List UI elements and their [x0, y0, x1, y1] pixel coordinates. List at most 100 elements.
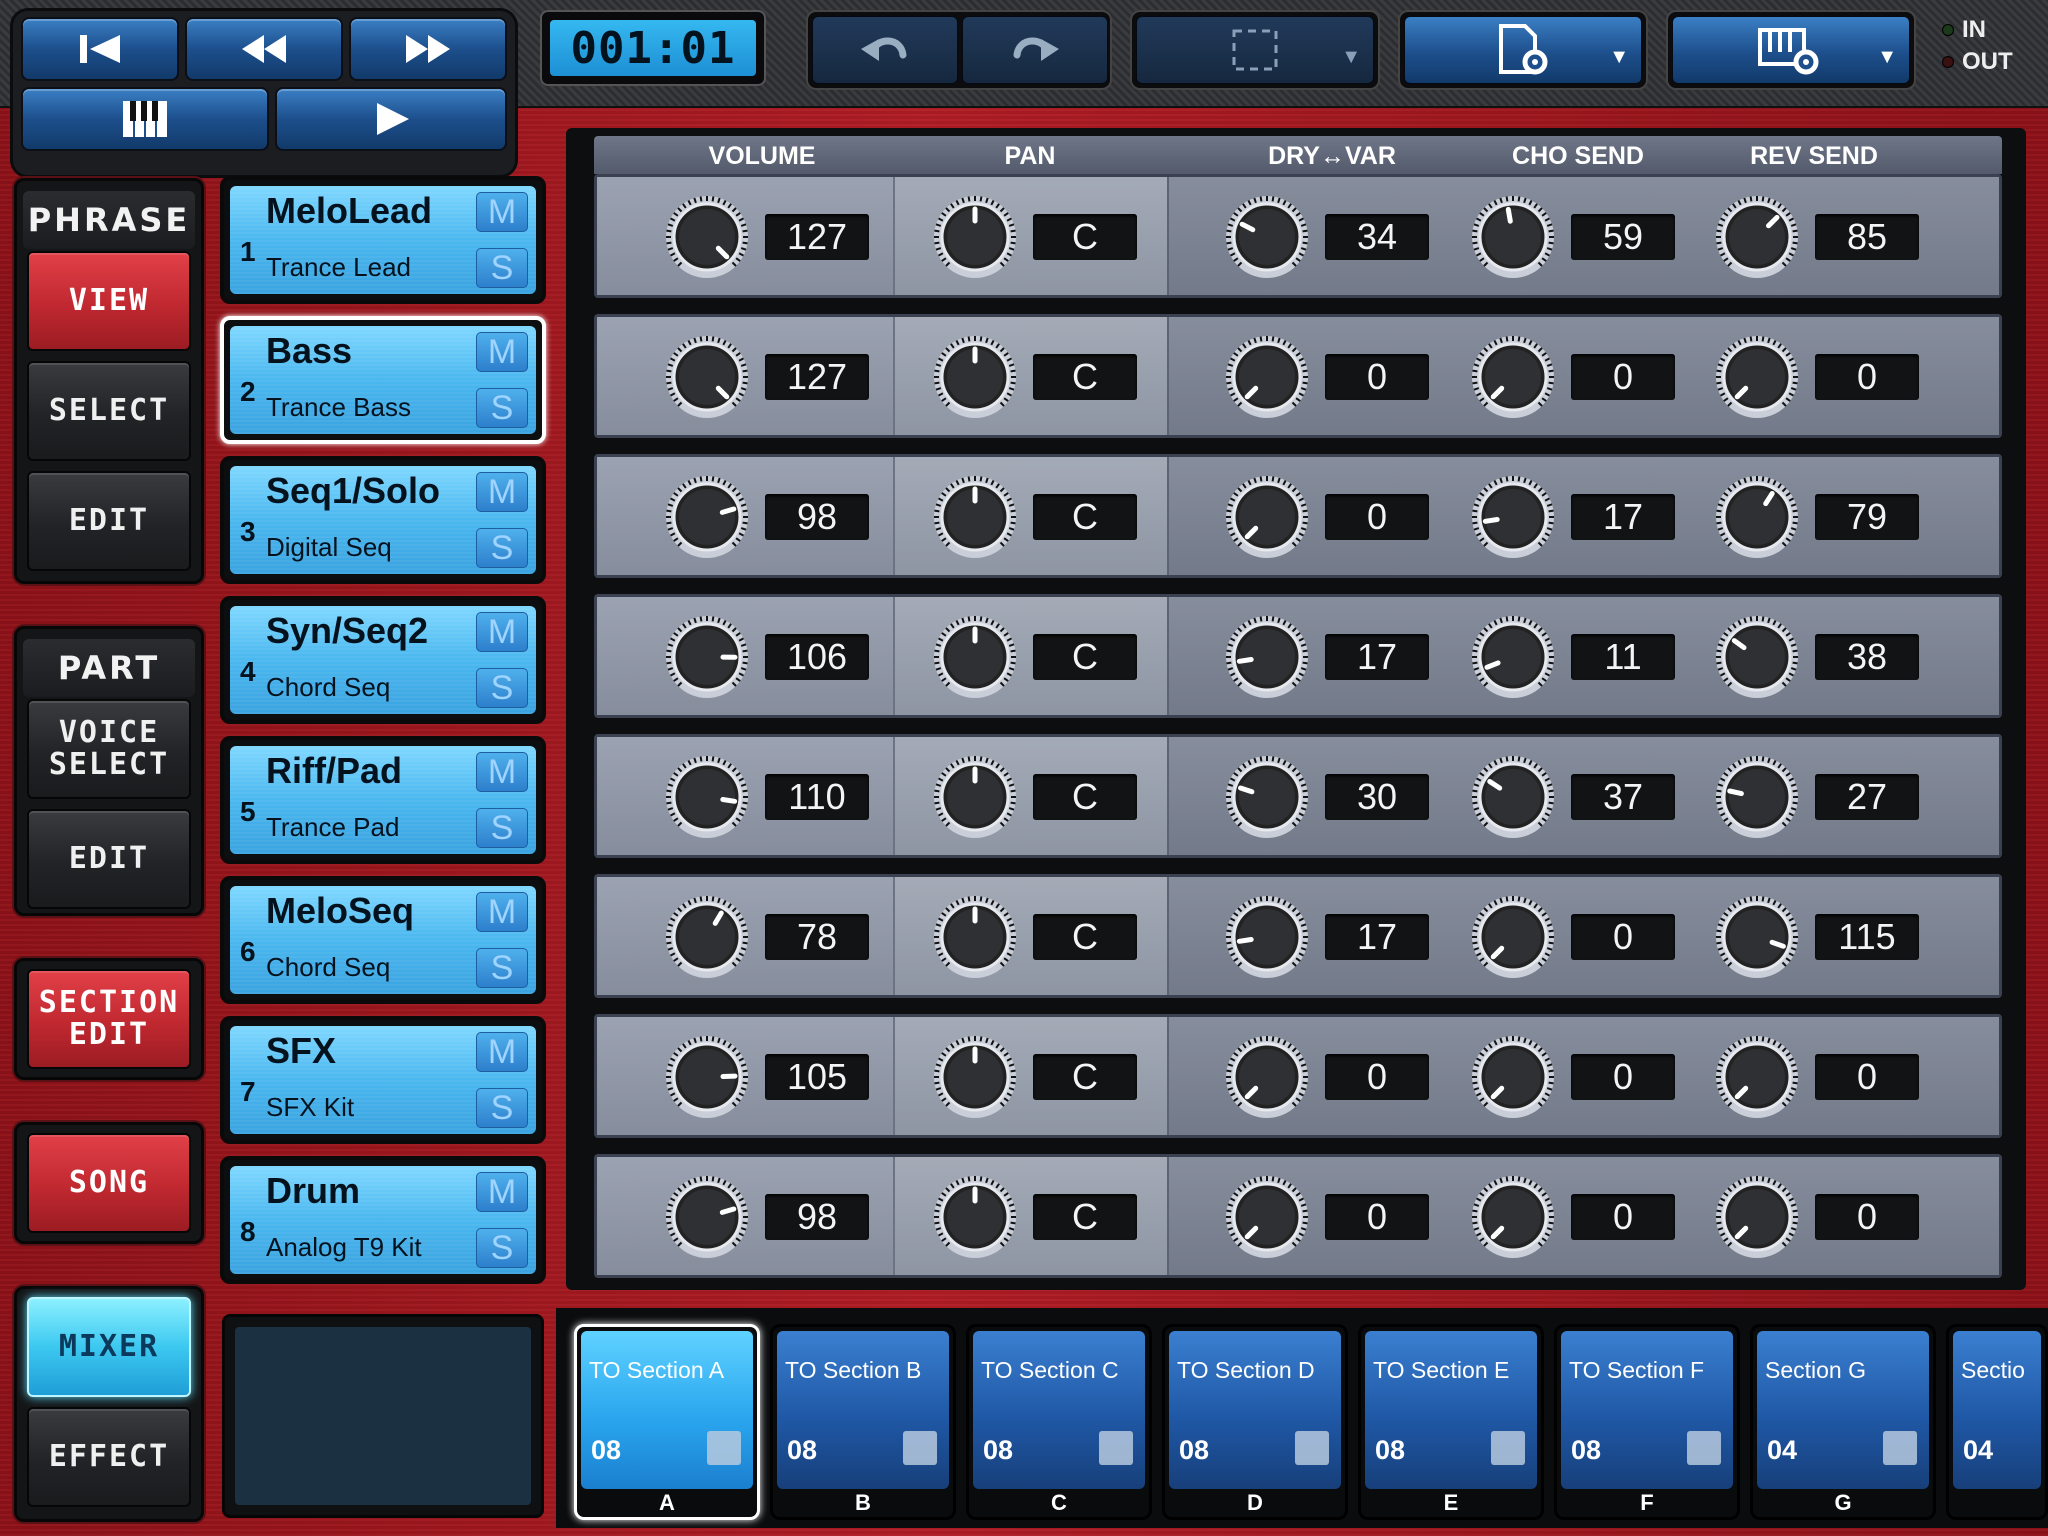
- section-button-e[interactable]: TO Section E 08 E: [1358, 1324, 1544, 1520]
- volume-value[interactable]: 98: [765, 494, 869, 540]
- phrase-select-button[interactable]: SELECT: [27, 361, 191, 461]
- rewind-button[interactable]: [185, 17, 343, 81]
- mute-button[interactable]: M: [476, 192, 528, 232]
- dry-var-value[interactable]: 0: [1325, 354, 1429, 400]
- solo-button[interactable]: S: [476, 668, 528, 708]
- pan-value[interactable]: C: [1033, 914, 1137, 960]
- section-button-b[interactable]: TO Section B 08 B: [770, 1324, 956, 1520]
- volume-knob[interactable]: [665, 475, 749, 559]
- mixer-button[interactable]: MIXER: [27, 1297, 191, 1397]
- pan-knob[interactable]: [933, 615, 1017, 699]
- pan-value[interactable]: C: [1033, 634, 1137, 680]
- file-settings-button[interactable]: ▼: [1404, 16, 1642, 84]
- chorus-send-value[interactable]: 0: [1571, 1054, 1675, 1100]
- pan-knob[interactable]: [933, 195, 1017, 279]
- solo-button[interactable]: S: [476, 948, 528, 988]
- solo-button[interactable]: S: [476, 1088, 528, 1128]
- reverb-send-value[interactable]: 0: [1815, 354, 1919, 400]
- mute-button[interactable]: M: [476, 1172, 528, 1212]
- dry-var-value[interactable]: 0: [1325, 1194, 1429, 1240]
- chorus-send-value[interactable]: 59: [1571, 214, 1675, 260]
- chorus-send-knob[interactable]: [1471, 755, 1555, 839]
- section-button-f[interactable]: TO Section F 08 F: [1554, 1324, 1740, 1520]
- solo-button[interactable]: S: [476, 1228, 528, 1268]
- section-button-g[interactable]: Section G 04 G: [1750, 1324, 1936, 1520]
- phrase-view-button[interactable]: VIEW: [27, 251, 191, 351]
- fast-forward-button[interactable]: [349, 17, 507, 81]
- reverb-send-value[interactable]: 85: [1815, 214, 1919, 260]
- dry-var-value[interactable]: 34: [1325, 214, 1429, 260]
- solo-button[interactable]: S: [476, 248, 528, 288]
- phrase-edit-button[interactable]: EDIT: [27, 471, 191, 571]
- pan-value[interactable]: C: [1033, 354, 1137, 400]
- part-slot-8[interactable]: 8 Drum Analog T9 Kit M S: [220, 1156, 546, 1284]
- reverb-send-knob[interactable]: [1715, 1175, 1799, 1259]
- mute-button[interactable]: M: [476, 612, 528, 652]
- chorus-send-value[interactable]: 0: [1571, 1194, 1675, 1240]
- volume-value[interactable]: 78: [765, 914, 869, 960]
- volume-knob[interactable]: [665, 615, 749, 699]
- mute-button[interactable]: M: [476, 892, 528, 932]
- effect-button[interactable]: EFFECT: [27, 1407, 191, 1507]
- chorus-send-knob[interactable]: [1471, 195, 1555, 279]
- dry-var-knob[interactable]: [1225, 1175, 1309, 1259]
- part-slot-1[interactable]: 1 MeloLead Trance Lead M S: [220, 176, 546, 304]
- skip-to-start-button[interactable]: [21, 17, 179, 81]
- chorus-send-value[interactable]: 0: [1571, 914, 1675, 960]
- reverb-send-knob[interactable]: [1715, 1035, 1799, 1119]
- dry-var-value[interactable]: 17: [1325, 634, 1429, 680]
- keyboard-settings-button[interactable]: ▼: [1672, 16, 1910, 84]
- chorus-send-value[interactable]: 17: [1571, 494, 1675, 540]
- reverb-send-value[interactable]: 0: [1815, 1194, 1919, 1240]
- dry-var-knob[interactable]: [1225, 475, 1309, 559]
- dry-var-value[interactable]: 30: [1325, 774, 1429, 820]
- reverb-send-knob[interactable]: [1715, 615, 1799, 699]
- reverb-send-knob[interactable]: [1715, 195, 1799, 279]
- reverb-send-value[interactable]: 27: [1815, 774, 1919, 820]
- solo-button[interactable]: S: [476, 528, 528, 568]
- part-slot-3[interactable]: 3 Seq1/Solo Digital Seq M S: [220, 456, 546, 584]
- play-button[interactable]: [275, 87, 507, 151]
- pan-knob[interactable]: [933, 755, 1017, 839]
- chorus-send-knob[interactable]: [1471, 335, 1555, 419]
- dry-var-value[interactable]: 17: [1325, 914, 1429, 960]
- part-slot-5[interactable]: 5 Riff/Pad Trance Pad M S: [220, 736, 546, 864]
- dry-var-knob[interactable]: [1225, 335, 1309, 419]
- section-button-d[interactable]: TO Section D 08 D: [1162, 1324, 1348, 1520]
- volume-knob[interactable]: [665, 195, 749, 279]
- volume-knob[interactable]: [665, 895, 749, 979]
- volume-value[interactable]: 110: [765, 774, 869, 820]
- dry-var-knob[interactable]: [1225, 195, 1309, 279]
- pan-knob[interactable]: [933, 335, 1017, 419]
- voice-select-button[interactable]: VOICE SELECT: [27, 699, 191, 799]
- volume-knob[interactable]: [665, 1175, 749, 1259]
- volume-value[interactable]: 127: [765, 354, 869, 400]
- solo-button[interactable]: S: [476, 808, 528, 848]
- chorus-send-value[interactable]: 11: [1571, 634, 1675, 680]
- volume-value[interactable]: 106: [765, 634, 869, 680]
- pan-value[interactable]: C: [1033, 494, 1137, 540]
- section-button-partial[interactable]: Sectio 04: [1946, 1324, 2048, 1520]
- chorus-send-value[interactable]: 0: [1571, 354, 1675, 400]
- section-button-a[interactable]: TO Section A 08 A: [574, 1324, 760, 1520]
- chorus-send-value[interactable]: 37: [1571, 774, 1675, 820]
- volume-value[interactable]: 98: [765, 1194, 869, 1240]
- song-button[interactable]: SONG: [27, 1133, 191, 1233]
- reverb-send-knob[interactable]: [1715, 755, 1799, 839]
- volume-knob[interactable]: [665, 335, 749, 419]
- pan-value[interactable]: C: [1033, 774, 1137, 820]
- volume-value[interactable]: 127: [765, 214, 869, 260]
- part-slot-6[interactable]: 6 MeloSeq Chord Seq M S: [220, 876, 546, 1004]
- chorus-send-knob[interactable]: [1471, 895, 1555, 979]
- undo-button[interactable]: [812, 16, 958, 84]
- pan-value[interactable]: C: [1033, 214, 1137, 260]
- chorus-send-knob[interactable]: [1471, 1035, 1555, 1119]
- part-slot-7[interactable]: 7 SFX SFX Kit M S: [220, 1016, 546, 1144]
- section-button-c[interactable]: TO Section C 08 C: [966, 1324, 1152, 1520]
- chorus-send-knob[interactable]: [1471, 475, 1555, 559]
- chorus-send-knob[interactable]: [1471, 615, 1555, 699]
- dry-var-value[interactable]: 0: [1325, 1054, 1429, 1100]
- dry-var-knob[interactable]: [1225, 615, 1309, 699]
- part-slot-2[interactable]: 2 Bass Trance Bass M S: [220, 316, 546, 444]
- pan-value[interactable]: C: [1033, 1194, 1137, 1240]
